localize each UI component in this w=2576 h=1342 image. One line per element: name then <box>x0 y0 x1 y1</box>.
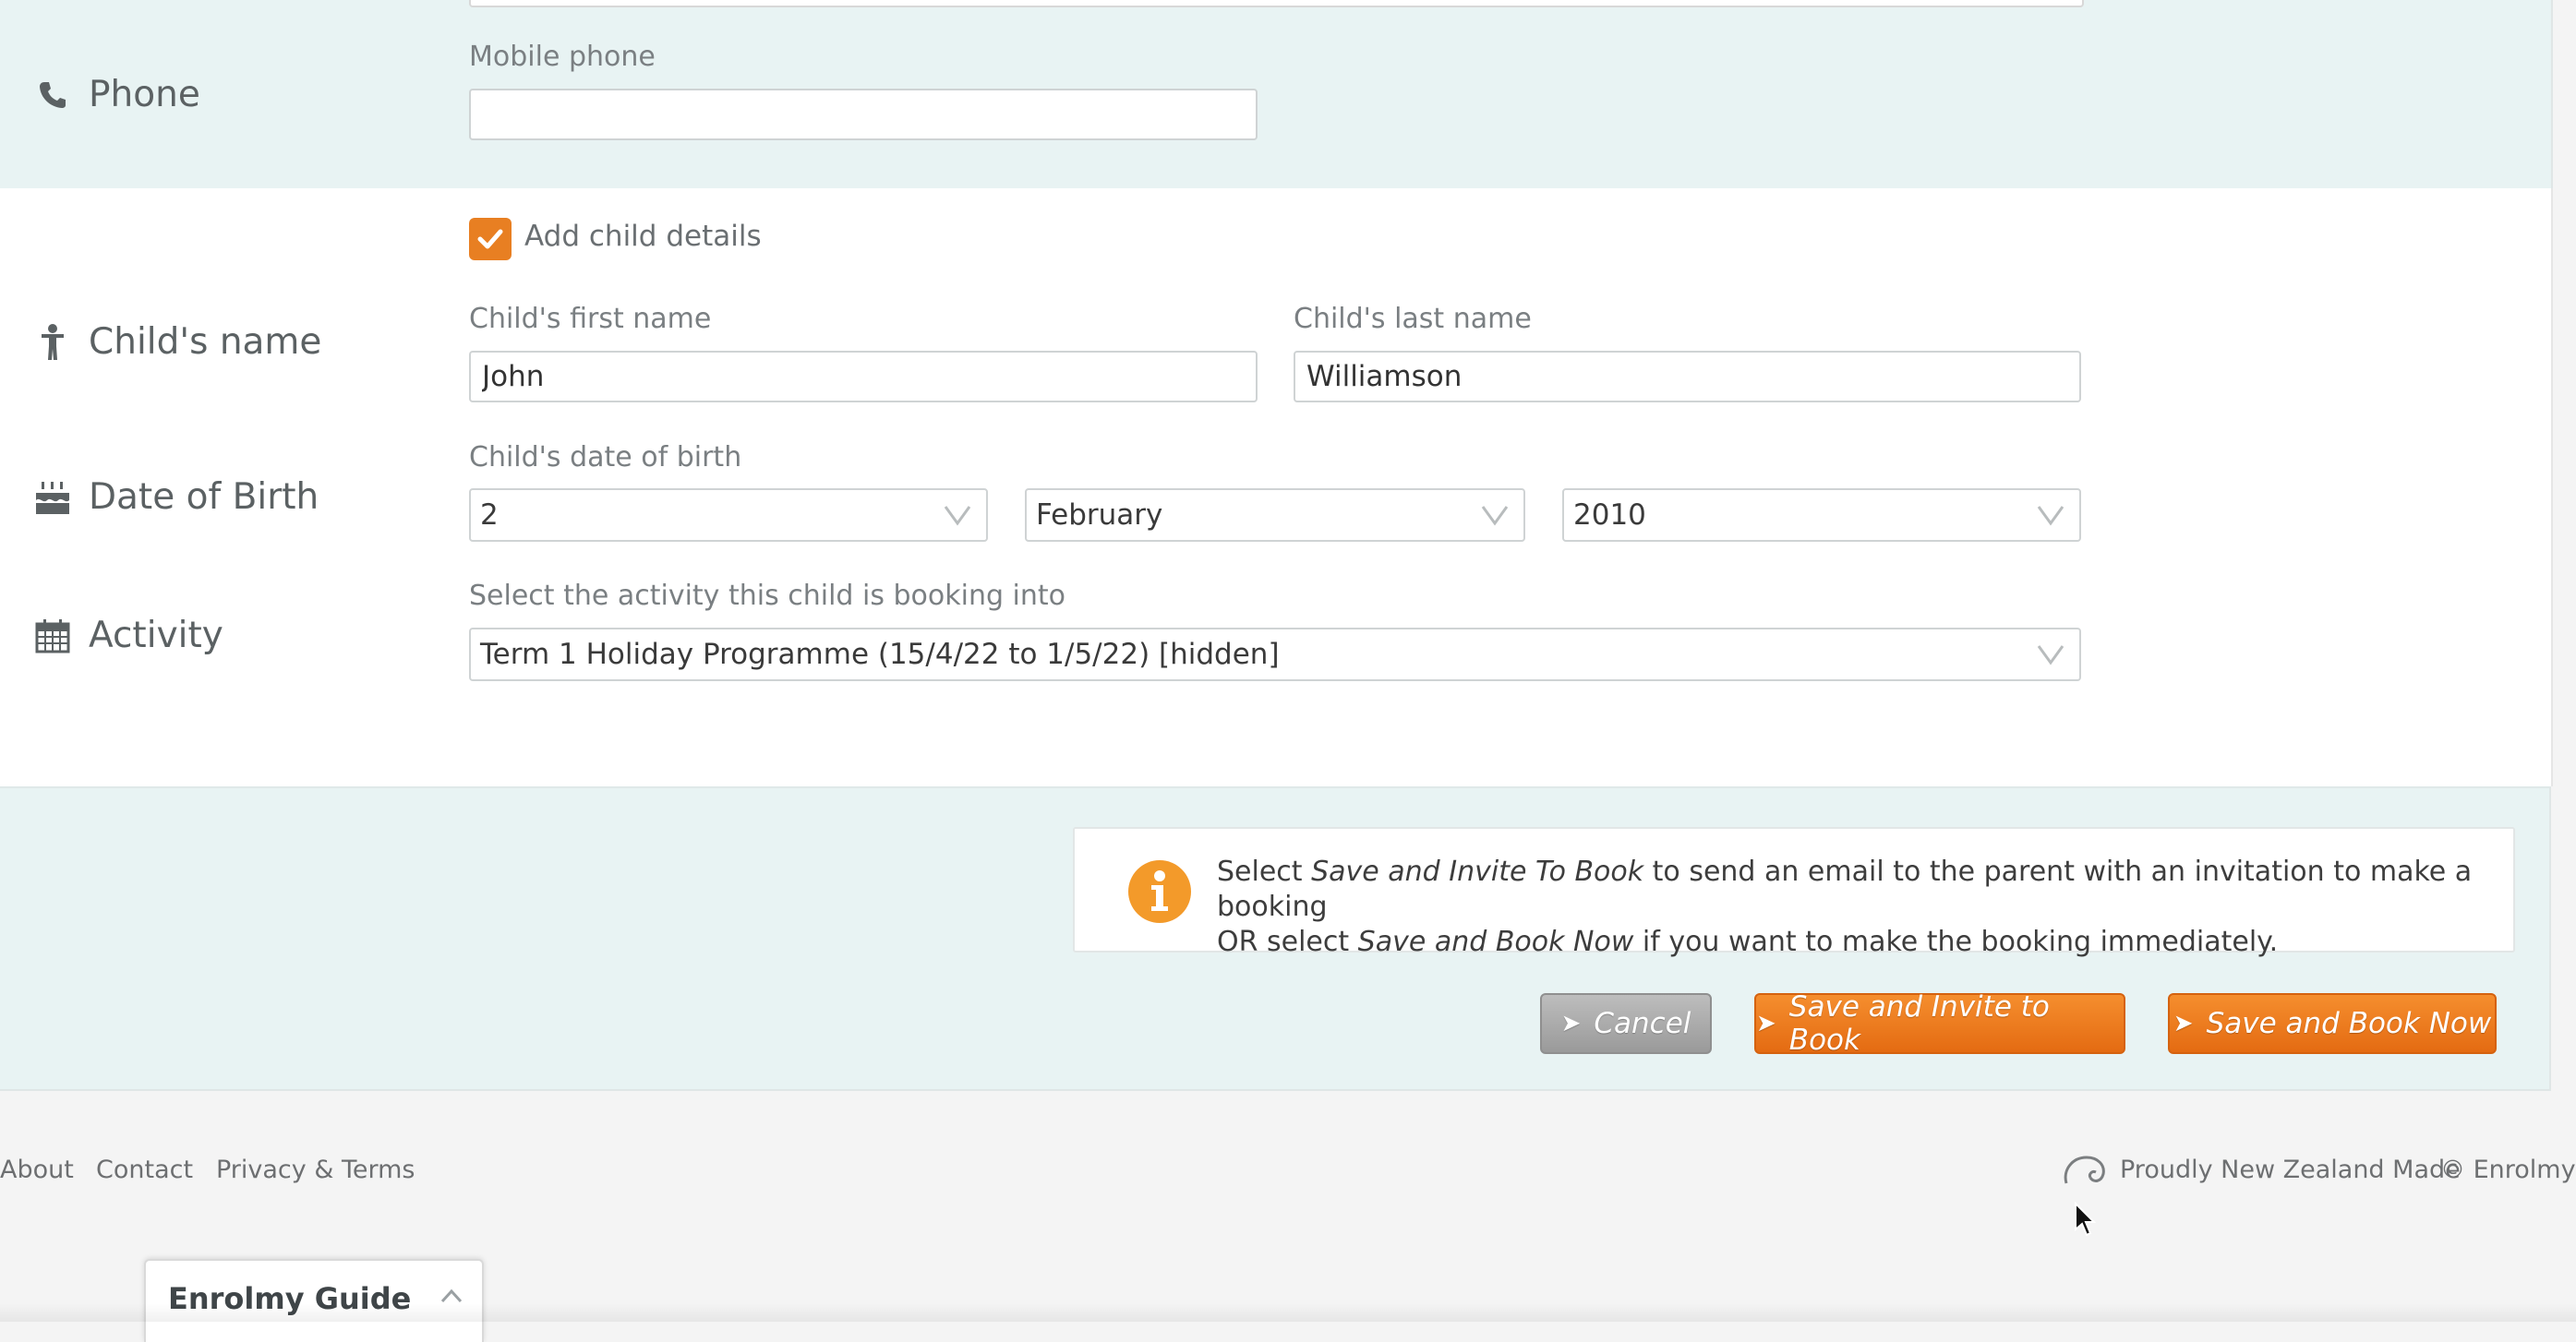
footer-about-link[interactable]: About <box>0 1156 74 1184</box>
first-name-label: Child's first name <box>469 303 712 335</box>
footer-copyright: © Enrolmy <box>2440 1156 2576 1184</box>
cancel-button-label: Cancel <box>1594 1007 1691 1040</box>
footer-privacy-link[interactable]: Privacy & Terms <box>216 1156 415 1184</box>
calendar-icon <box>33 617 72 655</box>
checkmark-icon <box>477 229 503 249</box>
info-line-2: OR select Save and Book Now if you want … <box>1217 925 2491 960</box>
dob-month-select[interactable]: February <box>1025 488 1525 542</box>
phone-label: Phone <box>89 74 200 115</box>
info-icon <box>1128 860 1191 923</box>
info-notice: Select Save and Invite To Book to send a… <box>1073 827 2515 958</box>
save-and-invite-button[interactable]: ➤ Save and Invite to Book <box>1754 990 2125 1057</box>
dob-month-value: February <box>1036 498 1163 532</box>
dob-day-value: 2 <box>480 498 499 532</box>
child-section <box>0 188 2553 786</box>
chevron-up-icon <box>440 1288 463 1303</box>
caret-right-icon: ➤ <box>2173 1010 2194 1037</box>
last-name-label: Child's last name <box>1294 303 1532 335</box>
save-and-book-now-button[interactable]: ➤ Save and Book Now <box>2168 993 2497 1054</box>
phone-row-label: Phone <box>33 74 200 115</box>
footer-contact-link[interactable]: Contact <box>96 1156 193 1184</box>
enrolmy-guide-tab[interactable]: Enrolmy Guide <box>144 1259 484 1342</box>
save-and-invite-label: Save and Invite to Book <box>1788 990 2050 1057</box>
mouse-cursor-icon <box>2075 1202 2096 1237</box>
footer-nz-made: Proudly New Zealand Made <box>2120 1156 2461 1184</box>
dob-year-select[interactable]: 2010 <box>1562 488 2081 542</box>
info-line2-suffix: if you want to make the booking immediat… <box>1633 926 2279 958</box>
info-line1-em: Save and Invite To Book <box>1311 856 1644 888</box>
phone-icon <box>33 76 72 114</box>
activity-label: Activity <box>89 615 223 656</box>
info-line2-prefix: OR select <box>1217 926 1358 958</box>
new-zealand-fern-icon <box>2064 1156 2105 1184</box>
child-icon <box>33 323 72 362</box>
dob-label: Date of Birth <box>89 476 319 518</box>
dob-day-select[interactable]: 2 <box>469 488 988 542</box>
caret-right-icon: ➤ <box>1756 1010 1776 1037</box>
info-line2-em: Save and Book Now <box>1357 926 1634 958</box>
child-name-label: Child's name <box>89 321 322 363</box>
activity-value: Term 1 Holiday Programme (15/4/22 to 1/5… <box>480 638 1280 671</box>
save-and-book-now-label: Save and Book Now <box>2206 1007 2492 1040</box>
phone-section <box>0 0 2553 188</box>
dob-row-label: Date of Birth <box>33 476 319 518</box>
birthday-cake-icon <box>33 478 72 517</box>
first-name-input[interactable] <box>469 351 1258 402</box>
info-line-1: Select Save and Invite To Book to send a… <box>1217 855 2491 925</box>
dob-field-label: Child's date of birth <box>469 441 742 473</box>
caret-right-icon: ➤ <box>1560 1010 1582 1037</box>
info-text: Select Save and Invite To Book to send a… <box>1217 855 2491 960</box>
chevron-down-icon <box>2037 506 2064 526</box>
chevron-down-icon <box>944 506 971 526</box>
previous-field-input[interactable] <box>469 0 2084 7</box>
activity-field-label: Select the activity this child is bookin… <box>469 580 1066 612</box>
activity-select[interactable]: Term 1 Holiday Programme (15/4/22 to 1/5… <box>469 628 2081 681</box>
last-name-input[interactable] <box>1294 351 2081 402</box>
cancel-button[interactable]: ➤ Cancel <box>1540 993 1712 1054</box>
activity-row-label: Activity <box>33 615 223 656</box>
info-line1-prefix: Select <box>1217 856 1312 888</box>
dob-year-value: 2010 <box>1573 498 1646 532</box>
add-child-label: Add child details <box>524 220 762 253</box>
bottom-edge <box>0 1303 2576 1322</box>
chevron-down-icon <box>2037 645 2064 665</box>
child-name-row-label: Child's name <box>33 321 321 363</box>
add-child-checkbox[interactable] <box>469 218 512 260</box>
mobile-phone-label: Mobile phone <box>469 41 656 73</box>
mobile-phone-input[interactable] <box>469 89 1258 140</box>
chevron-down-icon <box>1481 506 1509 526</box>
